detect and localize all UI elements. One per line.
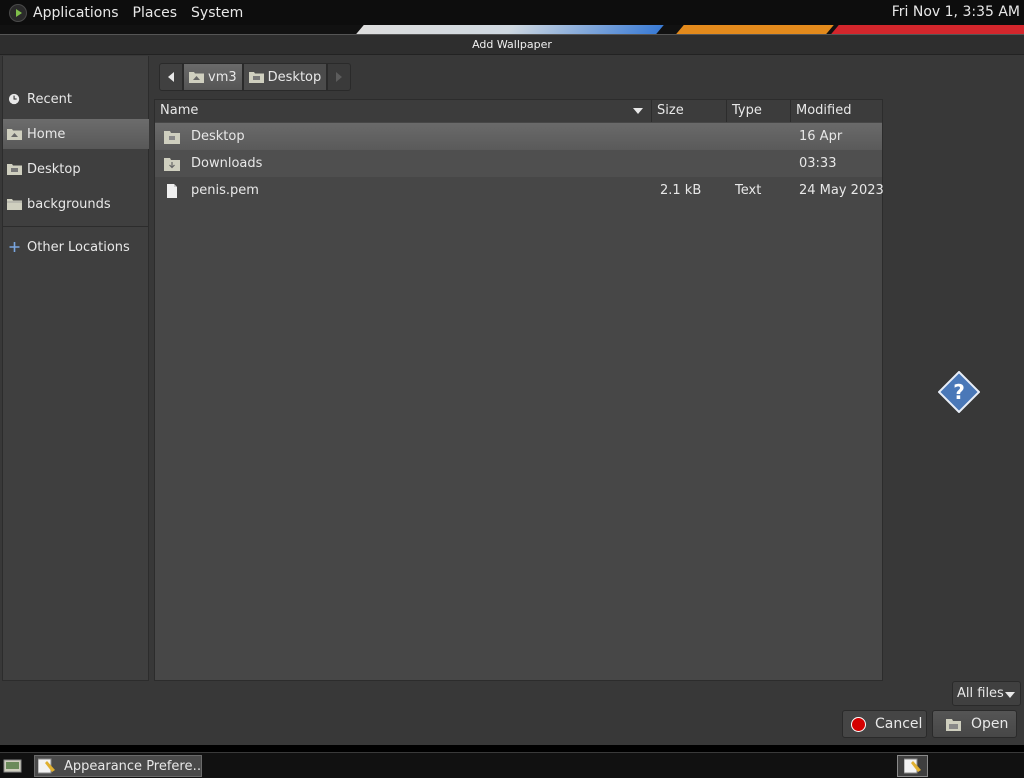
chevron-down-icon	[1005, 692, 1015, 698]
home-folder-icon	[7, 129, 22, 140]
path-back-button[interactable]	[159, 63, 183, 91]
file-size: 2.1 kB	[660, 183, 702, 198]
taskbar-window-button[interactable]: Appearance Prefere…	[34, 755, 202, 777]
plus-icon	[9, 242, 20, 252]
wallpaper-strip	[0, 25, 1024, 34]
path-bar: vm3 Desktop	[159, 63, 352, 91]
sort-descending-icon	[633, 108, 643, 114]
sidebar-item-label: Other Locations	[27, 239, 130, 255]
sidebar-item-label: Recent	[27, 91, 72, 107]
sidebar-item-recent[interactable]: Recent	[3, 84, 149, 114]
sidebar-item-other-locations[interactable]: Other Locations	[3, 232, 149, 262]
filter-selected-label: All files	[957, 686, 1004, 701]
open-button-label: Open	[971, 716, 1009, 732]
stop-icon	[851, 716, 866, 732]
sidebar-item-label: Home	[27, 126, 66, 142]
top-panel: Applications Places System Fri Nov 1, 3:…	[0, 0, 1024, 25]
file-modified: 03:33	[799, 156, 837, 171]
menu-system[interactable]: System	[191, 5, 243, 21]
taskbar-window-label: Appearance Prefere…	[64, 758, 202, 774]
column-header-label: Size	[657, 103, 684, 118]
places-sidebar: Recent Home Desktop backgrounds Other Lo…	[2, 56, 149, 681]
file-type: Text	[735, 183, 762, 198]
appearance-preferences-icon	[38, 758, 55, 774]
column-header-type[interactable]: Type	[727, 100, 791, 122]
cancel-button-label: Cancel	[875, 716, 923, 732]
desktop-folder-icon	[7, 164, 22, 175]
column-header-label: Name	[160, 103, 199, 118]
path-segment-vm3[interactable]: vm3	[183, 63, 243, 91]
dialog-title: Add Wallpaper	[0, 35, 1024, 55]
file-chooser-dialog: Add Wallpaper Recent Home Desktop backgr…	[0, 34, 1024, 745]
sidebar-item-backgrounds[interactable]: backgrounds	[3, 189, 149, 219]
chevron-right-icon	[336, 72, 343, 82]
panel-clock[interactable]: Fri Nov 1, 3:35 AM	[892, 4, 1020, 20]
appearance-preferences-icon	[903, 758, 921, 774]
path-segment-label: vm3	[208, 69, 237, 85]
open-folder-icon	[946, 718, 961, 731]
desktop-folder-icon	[248, 72, 264, 83]
file-modified: 24 May 2023	[799, 183, 884, 198]
home-folder-icon	[189, 72, 204, 83]
clock-icon	[8, 93, 20, 105]
file-list: Name Size Type Modified Desktop 16 Apr D…	[154, 99, 884, 681]
sidebar-separator	[3, 226, 149, 227]
column-header-label: Type	[732, 103, 762, 118]
sidebar-item-label: backgrounds	[27, 196, 111, 212]
menu-applications[interactable]: Applications	[33, 5, 119, 21]
show-desktop-icon[interactable]	[3, 758, 22, 774]
sidebar-item-home[interactable]: Home	[3, 119, 149, 149]
path-forward-button[interactable]	[327, 63, 352, 91]
sidebar-item-desktop[interactable]: Desktop	[3, 154, 149, 184]
text-file-icon	[167, 184, 177, 198]
file-name: penis.pem	[191, 183, 259, 198]
tray-appearance-icon[interactable]	[897, 755, 928, 777]
file-row-downloads[interactable]: Downloads 03:33	[155, 150, 882, 177]
cancel-button[interactable]: Cancel	[842, 710, 927, 738]
column-header-size[interactable]: Size	[652, 100, 727, 122]
menu-places[interactable]: Places	[133, 5, 178, 21]
folder-icon	[164, 131, 180, 144]
applications-logo-icon[interactable]	[9, 3, 27, 22]
open-button[interactable]: Open	[932, 710, 1017, 738]
file-modified: 16 Apr	[799, 129, 843, 144]
file-name: Desktop	[191, 129, 245, 144]
file-row-penis-pem[interactable]: penis.pem 2.1 kB Text 24 May 2023	[155, 177, 884, 204]
path-segment-label: Desktop	[267, 69, 322, 85]
chevron-left-icon	[168, 72, 174, 82]
file-type-filter[interactable]: All files	[952, 681, 1021, 706]
folder-icon	[164, 158, 180, 171]
file-row-desktop[interactable]: Desktop 16 Apr	[155, 123, 882, 150]
column-header-name[interactable]: Name	[155, 100, 652, 122]
bottom-panel: Appearance Prefere…	[0, 752, 1024, 778]
svg-text:?: ?	[953, 380, 965, 404]
sidebar-item-label: Desktop	[27, 161, 81, 177]
help-icon: ?	[938, 371, 980, 413]
path-segment-desktop[interactable]: Desktop	[242, 63, 328, 91]
folder-icon	[7, 199, 22, 210]
file-name: Downloads	[191, 156, 263, 171]
column-header-modified[interactable]: Modified	[791, 100, 882, 122]
column-header-label: Modified	[796, 103, 852, 118]
